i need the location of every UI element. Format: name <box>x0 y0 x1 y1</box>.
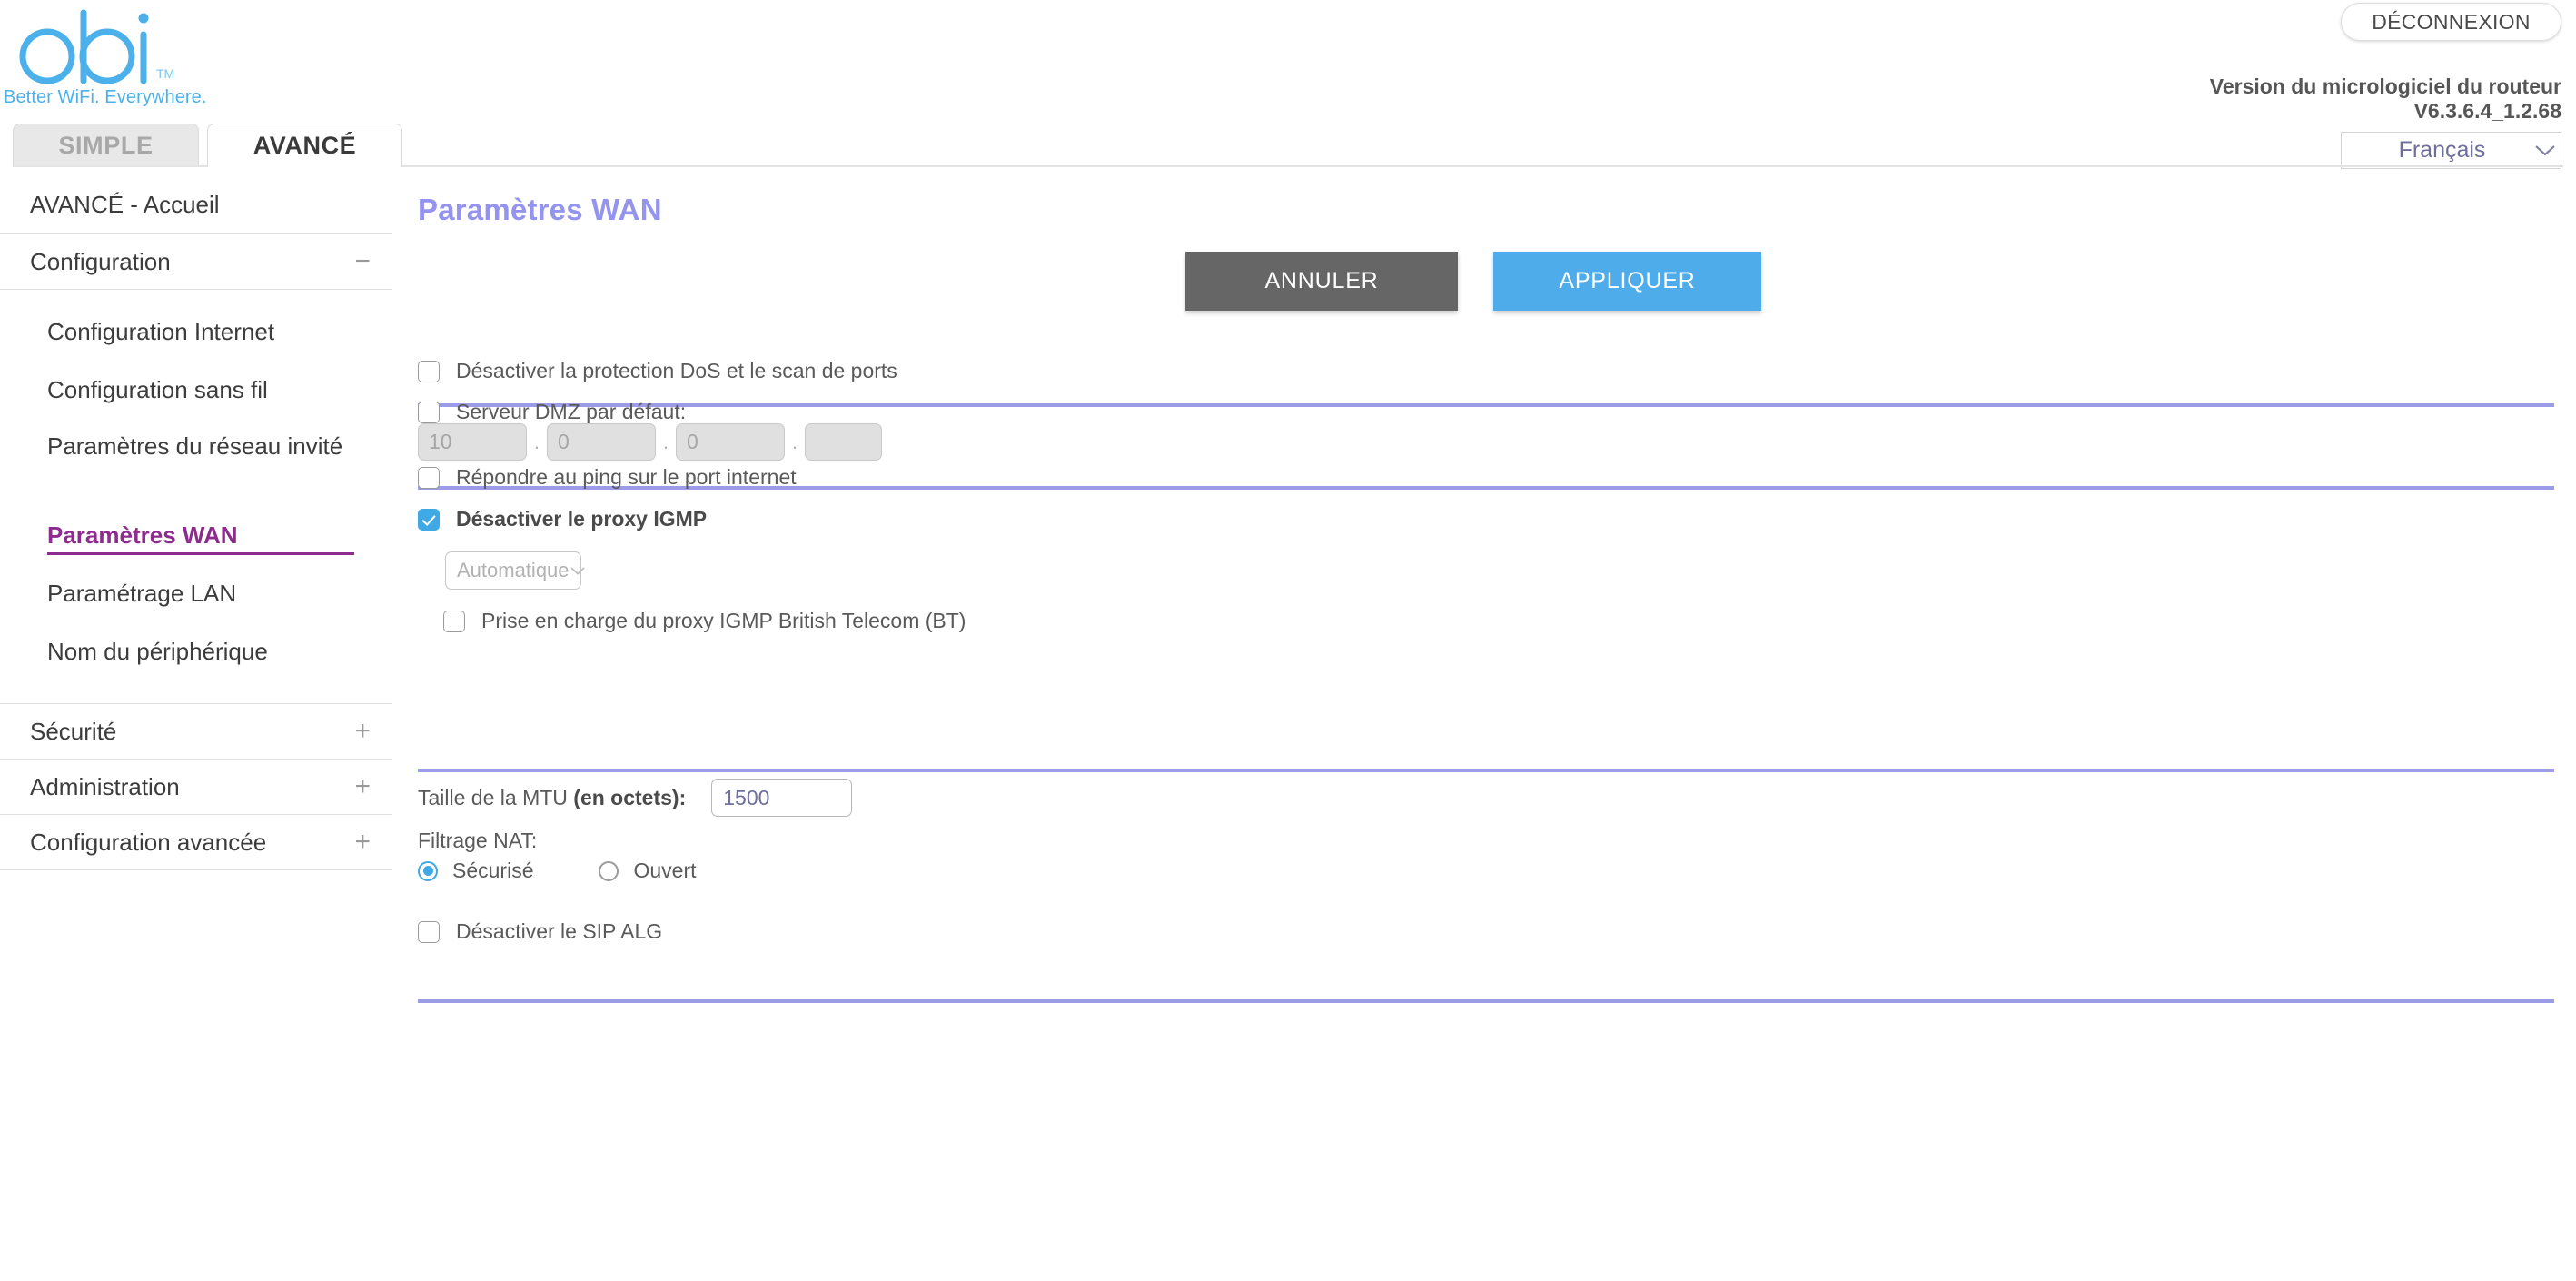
sidebar-group-configuration[interactable]: Configuration − <box>0 233 392 290</box>
dos-protection-row[interactable]: Désactiver la protection DoS et le scan … <box>418 359 897 383</box>
sidebar-group-administration[interactable]: Administration + <box>0 759 392 815</box>
dmz-server-label: Serveur DMZ par défaut: <box>456 400 687 423</box>
sidebar-group-label: Configuration avancée <box>30 828 267 856</box>
nat-filtering-label: Filtrage NAT: <box>418 829 538 852</box>
sidebar-item-home[interactable]: AVANCÉ - Accueil <box>0 174 400 234</box>
sidebar-item-wan-setup[interactable]: Paramètres WAN <box>0 506 400 564</box>
sip-alg-row[interactable]: Désactiver le SIP ALG <box>418 919 662 944</box>
cancel-button[interactable]: ANNULER <box>1185 252 1458 311</box>
brand-tagline: Better WiFi. Everywhere. <box>4 87 207 107</box>
sidebar-group-label: Configuration <box>30 247 171 275</box>
sidebar-item-device-name[interactable]: Nom du périphérique <box>0 622 400 680</box>
collapse-minus-icon[interactable]: − <box>354 248 371 275</box>
dmz-ip-octet-3[interactable] <box>676 423 785 461</box>
dmz-server-row[interactable]: Serveur DMZ par défaut: <box>418 400 686 424</box>
sidebar-item-label: Paramètres WAN <box>47 521 238 549</box>
chevron-down-icon <box>570 566 586 576</box>
tab-simple[interactable]: SIMPLE <box>13 124 199 166</box>
nat-open-radio[interactable] <box>599 860 619 881</box>
sidebar-item-lan-setup[interactable]: Paramétrage LAN <box>0 564 400 622</box>
active-tab-mask <box>208 164 401 167</box>
ip-separator: . <box>533 430 540 453</box>
firmware-version: Version du micrologiciel du routeur V6.3… <box>1980 74 2561 124</box>
sidebar-group-label: Administration <box>30 772 180 800</box>
firmware-label: Version du micrologiciel du routeur <box>2209 74 2561 98</box>
nat-option-open[interactable]: Ouvert <box>599 859 697 883</box>
apply-button[interactable]: APPLIQUER <box>1493 252 1761 311</box>
sidebar-group-advanced-setup[interactable]: Configuration avancée + <box>0 814 392 870</box>
dos-protection-checkbox[interactable] <box>418 360 440 382</box>
mtu-label: Taille de la MTU (en octets): <box>418 786 686 810</box>
nat-filtering-radios: Sécurisé Ouvert <box>418 859 697 883</box>
sip-alg-label: Désactiver le SIP ALG <box>456 919 663 943</box>
mtu-row: Taille de la MTU (en octets): <box>418 779 853 817</box>
dmz-ip-row: . . . <box>418 423 882 461</box>
orbi-logo-block: TM <box>13 7 194 89</box>
igmp-bt-checkbox[interactable] <box>443 610 465 632</box>
page-title: Paramètres WAN <box>418 193 662 226</box>
sidebar-item-wireless-setup[interactable]: Configuration sans fil <box>0 361 400 419</box>
expand-plus-icon[interactable]: + <box>354 773 371 800</box>
sidebar-item-guest-network[interactable]: Paramètres du réseau invité <box>0 419 400 506</box>
igmp-proxy-label: Désactiver le proxy IGMP <box>456 507 708 531</box>
igmp-proxy-checkbox[interactable] <box>418 508 440 531</box>
respond-ping-label: Répondre au ping sur le port internet <box>456 465 797 489</box>
respond-ping-checkbox[interactable] <box>418 466 440 489</box>
sidebar-nav: AVANCÉ - Accueil Configuration − Configu… <box>0 174 400 870</box>
orbi-logo-icon: TM <box>19 9 174 84</box>
ip-separator: . <box>791 430 798 453</box>
nat-secured-radio[interactable] <box>418 860 438 881</box>
active-item-underline <box>47 552 354 555</box>
respond-ping-row[interactable]: Répondre au ping sur le port internet <box>418 465 797 490</box>
dmz-ip-octet-1[interactable] <box>418 423 527 461</box>
sidebar-gap-2 <box>0 680 400 704</box>
sip-alg-checkbox[interactable] <box>418 920 440 943</box>
tab-bar: SIMPLE AVANCÉ <box>0 124 2576 167</box>
svg-text:TM: TM <box>156 66 174 81</box>
divider-3 <box>418 769 2554 772</box>
igmp-mode-value: Automatique <box>457 559 570 581</box>
igmp-mode-select[interactable]: Automatique <box>445 551 585 590</box>
igmp-bt-label: Prise en charge du proxy IGMP British Te… <box>481 609 966 632</box>
sidebar-group-label: Sécurité <box>30 717 117 745</box>
tab-avance[interactable]: AVANCÉ <box>207 124 402 166</box>
ip-separator: . <box>662 430 669 453</box>
divider-4 <box>418 999 2554 1003</box>
igmp-proxy-row[interactable]: Désactiver le proxy IGMP <box>418 507 707 531</box>
dos-protection-label: Désactiver la protection DoS et le scan … <box>456 359 897 382</box>
divider-1 <box>418 403 2554 407</box>
nat-secured-label: Sécurisé <box>452 859 534 882</box>
sidebar-group-security[interactable]: Sécurité + <box>0 703 392 760</box>
firmware-number: V6.3.6.4_1.2.68 <box>2413 98 2561 123</box>
dmz-ip-octet-4[interactable] <box>805 423 882 461</box>
expand-plus-icon[interactable]: + <box>354 718 371 745</box>
dmz-server-checkbox[interactable] <box>418 401 440 423</box>
sidebar-item-internet-setup[interactable]: Configuration Internet <box>0 303 400 361</box>
logout-button[interactable]: DÉCONNEXION <box>2341 3 2561 41</box>
expand-plus-icon[interactable]: + <box>354 829 371 856</box>
mtu-label-plain: Taille de la MTU <box>418 785 574 809</box>
nat-option-secured[interactable]: Sécurisé <box>418 859 533 883</box>
mtu-input[interactable] <box>711 779 853 817</box>
nat-open-label: Ouvert <box>633 859 697 882</box>
dmz-ip-octet-2[interactable] <box>547 423 656 461</box>
igmp-bt-row[interactable]: Prise en charge du proxy IGMP British Te… <box>443 609 966 633</box>
mtu-label-bold: (en octets): <box>573 785 687 809</box>
